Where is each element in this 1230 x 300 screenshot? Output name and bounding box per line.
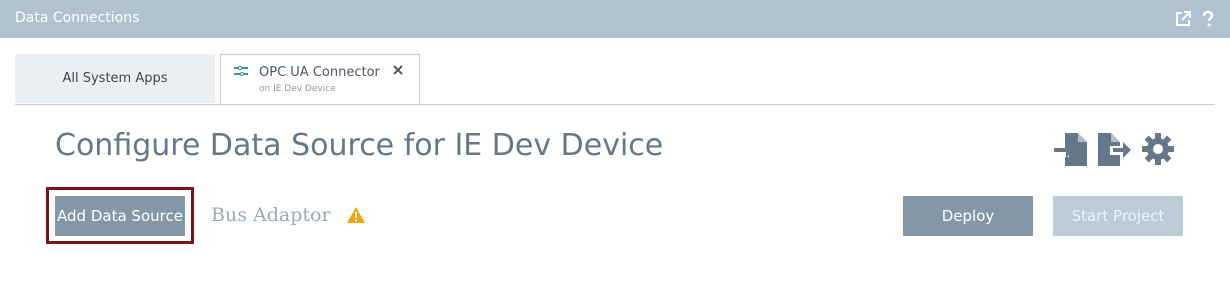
help-icon[interactable]: [1199, 10, 1217, 28]
start-project-button[interactable]: Start Project: [1053, 196, 1183, 236]
warning-icon: [347, 207, 365, 223]
add-data-source-label: Add Data Source: [57, 207, 183, 225]
import-icon[interactable]: [1053, 131, 1089, 167]
tab-label: All System Apps: [62, 71, 168, 86]
export-icon[interactable]: [1096, 131, 1132, 167]
tab-label: OPC UA Connector: [259, 65, 380, 80]
bus-adaptor-label: Bus Adaptor: [211, 204, 331, 226]
settings-icon[interactable]: [1140, 131, 1176, 167]
start-project-label: Start Project: [1071, 207, 1165, 225]
tab-strip: All System Apps OPC UA Connector on IE D…: [15, 54, 1215, 105]
tab-opc-ua-connector[interactable]: OPC UA Connector on IE Dev Device: [220, 54, 420, 104]
external-link-icon[interactable]: [1174, 10, 1192, 28]
window-title: Data Connections: [15, 10, 140, 26]
close-icon[interactable]: [391, 63, 405, 77]
page-title: Configure Data Source for IE Dev Device: [55, 128, 664, 163]
title-bar: Data Connections: [0, 0, 1230, 38]
add-data-source-button[interactable]: Add Data Source: [55, 196, 185, 236]
deploy-label: Deploy: [941, 207, 995, 225]
connector-icon: [234, 65, 248, 77]
tab-sublabel: on IE Dev Device: [259, 84, 336, 94]
tab-all-system-apps[interactable]: All System Apps: [15, 54, 215, 103]
deploy-button[interactable]: Deploy: [903, 196, 1033, 236]
